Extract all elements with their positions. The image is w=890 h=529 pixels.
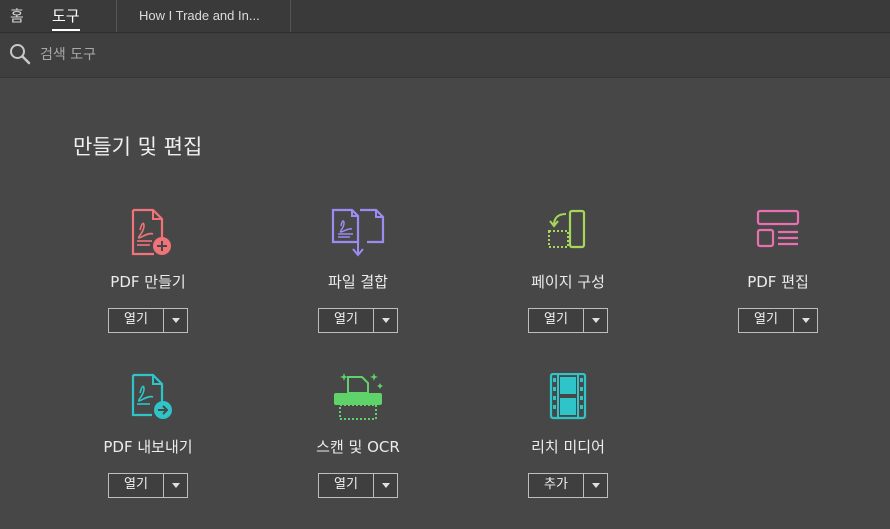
- tool-label: PDF 편집: [747, 273, 809, 291]
- tool-rich-media[interactable]: 리치 미디어 추가: [468, 373, 668, 513]
- search-input[interactable]: [40, 45, 340, 65]
- chevron-down-icon[interactable]: [374, 309, 397, 332]
- chevron-down-icon[interactable]: [584, 309, 607, 332]
- chevron-down-icon[interactable]: [374, 474, 397, 497]
- tool-scan-ocr[interactable]: 스캔 및 OCR 열기: [258, 373, 458, 513]
- chevron-down-icon[interactable]: [584, 474, 607, 497]
- tool-label: 스캔 및 OCR: [316, 438, 400, 456]
- open-button[interactable]: 열기: [319, 309, 374, 332]
- tool-label: 리치 미디어: [531, 438, 605, 456]
- tool-create-pdf[interactable]: PDF 만들기 열기: [48, 208, 248, 348]
- open-button-group: 열기: [318, 473, 398, 498]
- tool-label: PDF 내보내기: [103, 438, 193, 456]
- tool-export-pdf[interactable]: PDF 내보내기 열기: [48, 373, 248, 513]
- section-title: 만들기 및 편집: [73, 135, 203, 159]
- open-button-group: 열기: [318, 308, 398, 333]
- tool-organize-pages[interactable]: 페이지 구성 열기: [468, 208, 668, 348]
- open-button-group: 열기: [738, 308, 818, 333]
- open-button[interactable]: 열기: [319, 474, 374, 497]
- scan-ocr-icon: [334, 373, 383, 420]
- open-button[interactable]: 열기: [739, 309, 794, 332]
- create-pdf-icon: [131, 208, 171, 256]
- open-button-group: 열기: [528, 308, 608, 333]
- open-button-group: 열기: [108, 308, 188, 333]
- chevron-down-icon[interactable]: [794, 309, 817, 332]
- search-icon: [10, 44, 31, 65]
- rich-media-icon: [549, 373, 587, 420]
- organize-pages-icon: [548, 209, 586, 249]
- tool-edit-pdf[interactable]: PDF 편집 열기: [678, 208, 878, 348]
- open-button[interactable]: 열기: [529, 309, 584, 332]
- tab-document[interactable]: How I Trade and In...: [116, 0, 291, 32]
- export-pdf-icon: [131, 373, 172, 419]
- combine-files-icon: [331, 208, 385, 257]
- tool-label: PDF 만들기: [110, 273, 186, 291]
- open-button[interactable]: 열기: [109, 309, 164, 332]
- open-button[interactable]: 열기: [109, 474, 164, 497]
- tool-combine-files[interactable]: 파일 결합 열기: [258, 208, 458, 348]
- tool-label: 파일 결합: [328, 273, 388, 291]
- tool-label: 페이지 구성: [531, 273, 605, 291]
- tab-tools[interactable]: 도구: [52, 0, 80, 32]
- add-button[interactable]: 추가: [529, 474, 584, 497]
- chevron-down-icon[interactable]: [164, 309, 187, 332]
- chevron-down-icon[interactable]: [164, 474, 187, 497]
- search-bar: [0, 33, 890, 78]
- edit-pdf-icon: [756, 209, 800, 248]
- tab-bar: 홈 도구 How I Trade and In...: [0, 0, 890, 33]
- open-button-group: 열기: [108, 473, 188, 498]
- add-button-group: 추가: [528, 473, 608, 498]
- tab-home[interactable]: 홈: [10, 0, 24, 32]
